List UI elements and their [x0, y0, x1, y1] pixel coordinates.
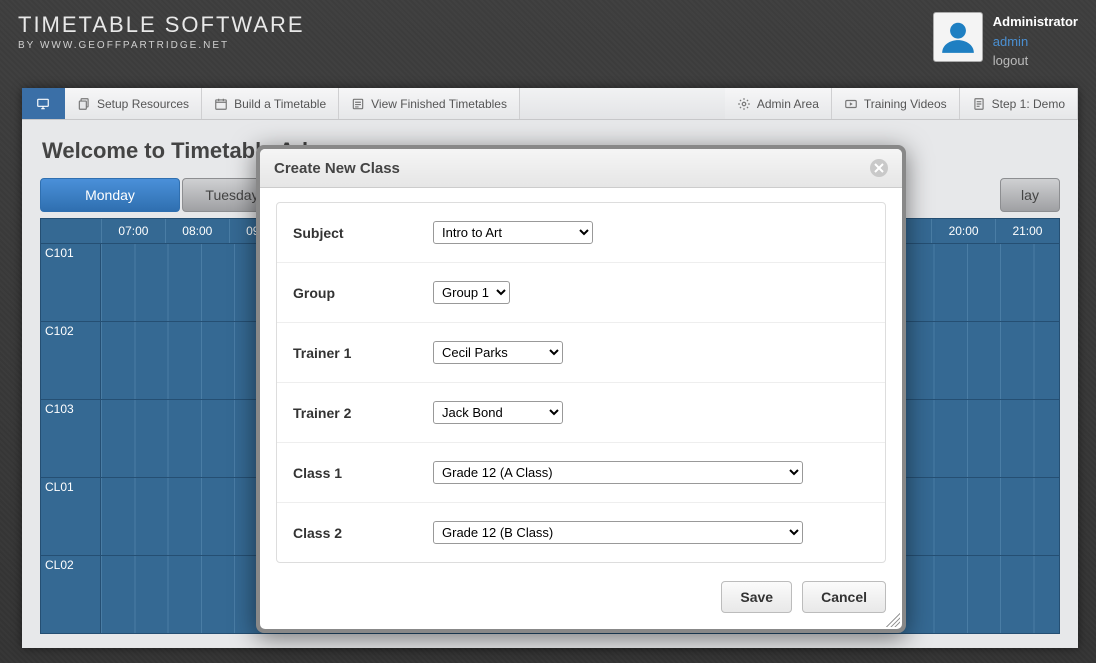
toolbar-training-videos-label: Training Videos: [864, 97, 947, 111]
toolbar-home-button[interactable]: [22, 88, 65, 119]
user-username[interactable]: admin: [993, 32, 1078, 52]
close-button[interactable]: [870, 159, 888, 177]
toolbar-view-finished-label: View Finished Timetables: [371, 97, 507, 111]
create-class-dialog: Create New Class Subject Intro to Art Gr…: [260, 149, 902, 629]
group-label: Group: [293, 285, 433, 301]
toolbar-admin-area-button[interactable]: Admin Area: [725, 88, 832, 119]
group-select[interactable]: Group 1: [433, 281, 510, 304]
day-tab-monday[interactable]: Monday: [40, 178, 180, 212]
cancel-button[interactable]: Cancel: [802, 581, 886, 613]
app-logo: TIMETABLE SOFTWARE BY WWW.GEOFFPARTRIDGE…: [18, 12, 305, 51]
modal-container: Create New Class Subject Intro to Art Gr…: [256, 145, 906, 633]
toolbar-step1-demo-button[interactable]: Step 1: Demo: [960, 88, 1078, 119]
trainer2-label: Trainer 2: [293, 405, 433, 421]
document-icon: [972, 97, 986, 111]
logo-subtitle: BY WWW.GEOFFPARTRIDGE.NET: [18, 40, 305, 51]
room-label: C103: [41, 400, 101, 477]
toolbar-admin-area-label: Admin Area: [757, 97, 819, 111]
trainer1-select[interactable]: Cecil Parks: [433, 341, 563, 364]
time-2000: 20:00: [931, 219, 995, 243]
calendar-icon: [214, 97, 228, 111]
class1-select[interactable]: Grade 12 (A Class): [433, 461, 803, 484]
class2-select[interactable]: Grade 12 (B Class): [433, 521, 803, 544]
list-icon: [351, 97, 365, 111]
class2-label: Class 2: [293, 525, 433, 541]
resize-handle[interactable]: [886, 613, 900, 627]
save-button[interactable]: Save: [721, 581, 792, 613]
time-2100: 21:00: [995, 219, 1059, 243]
dialog-header[interactable]: Create New Class: [260, 149, 902, 188]
subject-select[interactable]: Intro to Art: [433, 221, 593, 244]
room-label: C101: [41, 244, 101, 321]
toolbar-build-timetable-label: Build a Timetable: [234, 97, 326, 111]
time-0800: 08:00: [165, 219, 229, 243]
dialog-title: Create New Class: [274, 160, 400, 177]
form-box: Subject Intro to Art Group Group 1 Train…: [276, 202, 886, 563]
close-icon: [874, 163, 884, 173]
trainer2-select[interactable]: Jack Bond: [433, 401, 563, 424]
dialog-footer: Save Cancel: [260, 567, 902, 629]
room-label: CL01: [41, 478, 101, 555]
toolbar-setup-resources-button[interactable]: Setup Resources: [65, 88, 202, 119]
user-role: Administrator: [993, 12, 1078, 32]
toolbar-view-finished-button[interactable]: View Finished Timetables: [339, 88, 520, 119]
class1-label: Class 1: [293, 465, 433, 481]
video-icon: [844, 97, 858, 111]
monitor-icon: [36, 97, 50, 111]
trainer1-label: Trainer 1: [293, 345, 433, 361]
toolbar-step1-demo-label: Step 1: Demo: [992, 97, 1065, 111]
copy-icon: [77, 97, 91, 111]
toolbar-setup-resources-label: Setup Resources: [97, 97, 189, 111]
user-icon: [939, 18, 977, 56]
toolbar-spacer: [520, 88, 725, 119]
user-block: Administrator admin logout: [933, 12, 1078, 71]
toolbar-training-videos-button[interactable]: Training Videos: [832, 88, 960, 119]
subject-label: Subject: [293, 225, 433, 241]
gear-icon: [737, 97, 751, 111]
room-label: C102: [41, 322, 101, 399]
toolbar-build-timetable-button[interactable]: Build a Timetable: [202, 88, 339, 119]
logout-link[interactable]: logout: [993, 51, 1078, 71]
avatar[interactable]: [933, 12, 983, 62]
logo-title: TIMETABLE SOFTWARE: [18, 12, 305, 38]
toolbar: Setup Resources Build a Timetable View F…: [22, 88, 1078, 120]
room-label: CL02: [41, 556, 101, 633]
time-0700: 07:00: [101, 219, 165, 243]
day-tab-partial[interactable]: lay: [1000, 178, 1060, 212]
